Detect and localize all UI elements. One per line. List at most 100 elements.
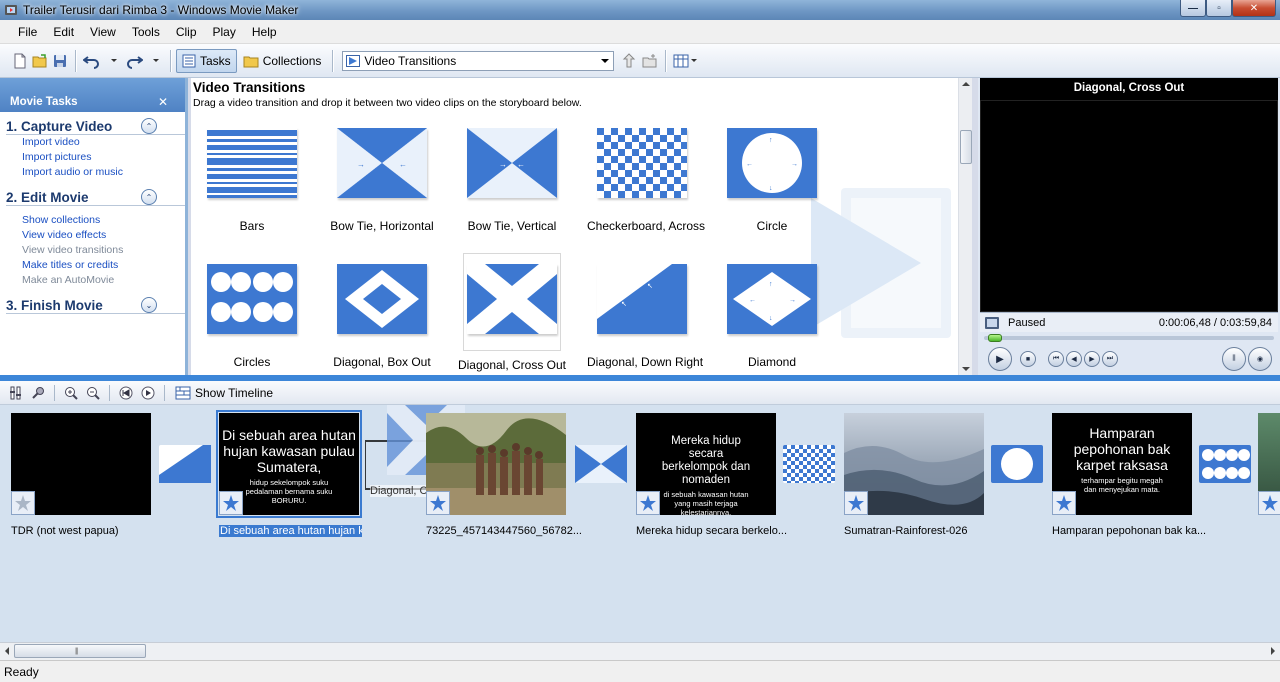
menu-help[interactable]: Help <box>244 22 285 42</box>
maximize-button[interactable]: ▫ <box>1206 0 1232 17</box>
previous-frame-button[interactable]: ◀ <box>1066 351 1082 367</box>
collapse-up-icon[interactable]: ⌃ <box>141 189 157 205</box>
video-effect-star-icon[interactable] <box>1258 491 1280 515</box>
new-collection-folder-button[interactable] <box>640 49 660 73</box>
open-project-button[interactable] <box>30 49 50 73</box>
menu-tools[interactable]: Tools <box>124 22 168 42</box>
video-effect-star-icon[interactable] <box>219 491 243 515</box>
transition-slot-circles-icon[interactable] <box>1199 445 1251 483</box>
video-effect-star-icon[interactable] <box>426 491 450 515</box>
capture-video-header[interactable]: 1. Capture Video ⌃ <box>6 118 185 135</box>
transition-checkerboard-across[interactable]: Checkerboard, Across <box>587 128 705 233</box>
transition-slot-circle-icon[interactable] <box>991 445 1043 483</box>
video-effect-star-icon[interactable] <box>11 491 35 515</box>
scroll-thumb[interactable]: ||| <box>14 644 146 658</box>
storyboard-clip[interactable]: 4258 <box>1258 413 1280 515</box>
storyboard-clip[interactable]: Hamparan pepohonan bak karpet raksasa te… <box>1052 413 1206 537</box>
close-button[interactable]: ✕ <box>1232 0 1276 17</box>
collection-select[interactable]: Video Transitions <box>342 50 615 71</box>
save-project-button[interactable] <box>50 49 70 73</box>
playback-controls: ▶ ■ ⏮ ◀ ▶ ⏭ ⫼ ◉ <box>980 344 1278 374</box>
new-project-button[interactable] <box>10 49 30 73</box>
expand-down-icon[interactable]: ⌄ <box>141 297 157 313</box>
undo-dropdown[interactable] <box>103 49 123 73</box>
redo-button[interactable] <box>123 49 145 73</box>
chevron-down-icon <box>111 59 117 62</box>
transition-slot-diagonal-down-right-icon[interactable] <box>159 445 211 483</box>
transition-bow-tie-vertical[interactable]: → ← Bow Tie, Vertical <box>457 128 567 233</box>
forward-button[interactable]: ⏭ <box>1102 351 1118 367</box>
views-button[interactable] <box>671 49 699 73</box>
set-audio-levels-button[interactable] <box>6 383 26 403</box>
show-collections-link[interactable]: Show collections <box>6 213 185 228</box>
seek-knob[interactable] <box>988 334 1002 342</box>
import-pictures-link[interactable]: Import pictures <box>6 150 185 165</box>
view-video-effects-link[interactable]: View video effects <box>6 228 185 243</box>
narrate-timeline-button[interactable] <box>28 383 48 403</box>
tasks-toggle-button[interactable]: Tasks <box>176 48 237 73</box>
transition-circle[interactable]: ↑ ↓ ← → Circle <box>717 128 827 233</box>
minimize-button[interactable]: — <box>1180 0 1206 17</box>
undo-button[interactable] <box>81 49 103 73</box>
import-video-link[interactable]: Import video <box>6 135 185 150</box>
redo-dropdown[interactable] <box>145 49 165 73</box>
transition-diagonal-down-right[interactable]: ↖ ↖ Diagonal, Down Right <box>587 264 704 369</box>
transition-slot-checkerboard-icon[interactable] <box>783 445 835 483</box>
stop-button[interactable]: ■ <box>1020 351 1036 367</box>
fullscreen-icon[interactable] <box>984 316 1000 330</box>
play-button[interactable]: ▶ <box>988 347 1012 371</box>
transition-label: Diagonal, Down Right <box>587 355 704 369</box>
menu-file[interactable]: File <box>10 22 45 42</box>
transition-diagonal-box-out[interactable]: Diagonal, Box Out <box>327 264 437 369</box>
storyboard-clip[interactable]: TDR (not west papua) <box>11 413 151 537</box>
next-frame-button[interactable]: ▶ <box>1084 351 1100 367</box>
up-one-level-button[interactable] <box>620 49 640 73</box>
transition-slot-bowtie-vertical-icon[interactable] <box>575 445 627 483</box>
menu-edit[interactable]: Edit <box>45 22 82 42</box>
storyboard-clip[interactable]: Mereka hidup secara berkelompok dan noma… <box>636 413 787 537</box>
back-button[interactable]: ⏮ <box>1048 351 1064 367</box>
collection-vertical-scrollbar[interactable] <box>958 78 972 375</box>
collapse-up-icon[interactable]: ⌃ <box>141 118 157 134</box>
show-timeline-button[interactable]: Show Timeline <box>175 386 273 400</box>
edit-movie-header[interactable]: 2. Edit Movie ⌃ <box>6 189 185 206</box>
play-storyboard-button[interactable] <box>138 383 158 403</box>
transition-diagonal-cross-out[interactable]: Diagonal, Cross Out <box>457 253 567 372</box>
camera-icon: ◉ <box>1256 356 1264 363</box>
menu-play[interactable]: Play <box>205 22 244 42</box>
import-audio-link[interactable]: Import audio or music <box>6 165 185 180</box>
transition-diamond[interactable]: ↑ ↓ ← → Diamond <box>717 264 827 369</box>
video-effect-star-icon[interactable] <box>636 491 660 515</box>
storyboard-clip[interactable]: Sumatran-Rainforest-026 <box>844 413 984 537</box>
scroll-thumb[interactable] <box>960 130 972 164</box>
up-level-icon <box>623 52 636 67</box>
make-titles-link[interactable]: Make titles or credits <box>6 258 185 273</box>
finish-movie-header[interactable]: 3. Finish Movie ⌄ <box>6 297 185 314</box>
play-icon: ▶ <box>996 353 1004 365</box>
menu-view[interactable]: View <box>82 22 124 42</box>
collection-instructions: Drag a video transition and drop it betw… <box>193 97 582 109</box>
zoom-out-button[interactable] <box>83 383 103 403</box>
toolbar-separator <box>665 49 667 72</box>
rewind-storyboard-button[interactable] <box>116 383 136 403</box>
zoom-in-button[interactable] <box>61 383 81 403</box>
split-clip-button[interactable]: ⫼ <box>1222 347 1246 371</box>
transition-bars[interactable]: Bars <box>197 128 307 233</box>
transition-circles[interactable]: Circles <box>197 264 307 369</box>
video-effect-star-icon[interactable] <box>1052 491 1076 515</box>
scroll-down-arrow-icon[interactable] <box>962 367 970 371</box>
video-effect-star-icon[interactable] <box>844 491 868 515</box>
transition-label: Bars <box>239 219 265 233</box>
storyboard-clip[interactable]: 73225_457143447560_56782... <box>426 413 582 537</box>
close-pane-icon[interactable]: ✕ <box>158 95 168 109</box>
collections-toggle-button[interactable]: Collections <box>237 49 328 73</box>
transition-bow-tie-horizontal[interactable]: → ← Bow Tie, Horizontal <box>327 128 437 233</box>
seek-bar[interactable] <box>980 333 1278 343</box>
storyboard-horizontal-scrollbar[interactable]: ||| <box>0 642 1280 660</box>
scroll-left-arrow-icon[interactable] <box>5 647 9 655</box>
scroll-up-arrow-icon[interactable] <box>962 82 970 86</box>
menu-clip[interactable]: Clip <box>168 22 205 42</box>
scroll-right-arrow-icon[interactable] <box>1271 647 1275 655</box>
storyboard-clip-selected[interactable]: Di sebuah area hutan hujan kawasan pulau… <box>216 410 362 537</box>
take-picture-button[interactable]: ◉ <box>1248 347 1272 371</box>
